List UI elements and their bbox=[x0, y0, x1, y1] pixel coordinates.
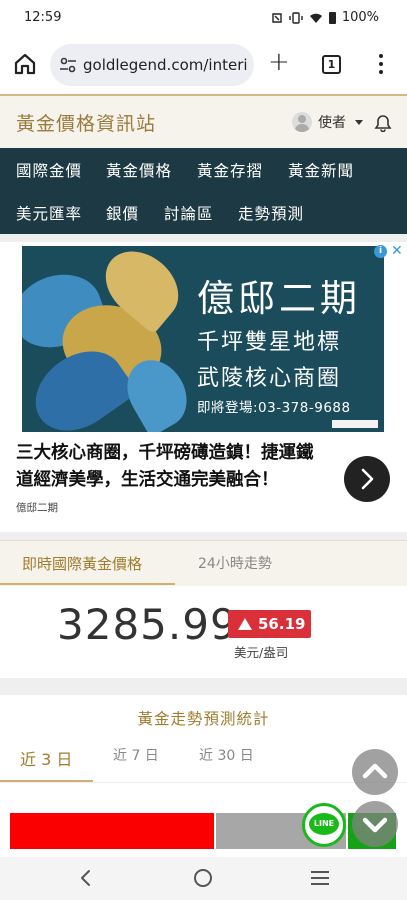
forecast-title: 黃金走勢預測統計 bbox=[137, 710, 270, 728]
tab-3-days[interactable]: 近 3 日 bbox=[20, 746, 72, 770]
ad-headline: 億邸二期 bbox=[197, 277, 361, 320]
site-title[interactable]: 黃金價格資訊站 bbox=[16, 109, 156, 136]
status-bar: 12:59 100% bbox=[0, 0, 407, 36]
price-tabs: 即時國際黃金價格 24小時走勢 bbox=[0, 540, 407, 586]
ad-description[interactable]: 三大核心商圈，千坪磅礡造鎮！捷運鐵道經濟美學，生活交通完美融合！ bbox=[16, 440, 326, 494]
advertisement[interactable]: 億邸二期 千坪雙星地標 武陵核心商圈 即將登場:03-378-9688 i ✕ … bbox=[0, 242, 407, 532]
home-circle-icon[interactable] bbox=[194, 869, 212, 887]
nav-item-gold-price[interactable]: 黃金價格 bbox=[106, 159, 172, 181]
home-icon[interactable] bbox=[12, 51, 38, 77]
up-arrow-icon bbox=[238, 618, 252, 630]
tab-switcher-button[interactable]: 1 bbox=[322, 55, 341, 74]
browser-toolbar: goldlegend.com/interi + 1 bbox=[0, 36, 407, 94]
nav-item-intl-gold[interactable]: 國際金價 bbox=[16, 159, 82, 181]
nav-item-forecast[interactable]: 走勢預測 bbox=[238, 202, 304, 224]
ad-open-button[interactable] bbox=[344, 456, 390, 502]
chevron-up-icon bbox=[362, 763, 388, 779]
info-icon[interactable]: i bbox=[374, 245, 387, 258]
scroll-down-button[interactable] bbox=[352, 801, 398, 847]
browser-menu-icon[interactable] bbox=[376, 54, 386, 76]
active-tab-indicator bbox=[0, 583, 175, 585]
status-time: 12:59 bbox=[24, 10, 62, 25]
wifi-icon bbox=[309, 13, 322, 23]
nfc-icon bbox=[272, 12, 282, 23]
nav-item-forum[interactable]: 討論區 bbox=[164, 202, 214, 224]
back-icon[interactable] bbox=[76, 868, 96, 888]
close-icon[interactable]: ✕ bbox=[391, 244, 403, 258]
ad-brand-logo bbox=[332, 420, 378, 428]
tab-7-days[interactable]: 近 7 日 bbox=[113, 745, 159, 765]
system-navigation-bar bbox=[0, 857, 407, 900]
ad-subline: 武陵核心商圈 bbox=[197, 366, 342, 391]
chevron-down-icon bbox=[362, 817, 388, 833]
recent-apps-icon[interactable] bbox=[311, 871, 329, 889]
ad-subline: 千坪雙星地標 bbox=[197, 330, 342, 355]
site-header: 黃金價格資訊站 使者 bbox=[0, 94, 407, 148]
avatar bbox=[292, 112, 312, 132]
new-tab-button[interactable]: + bbox=[268, 49, 290, 75]
user-name: 使者 bbox=[318, 115, 346, 131]
bell-icon[interactable] bbox=[374, 114, 392, 132]
user-menu[interactable]: 使者 bbox=[292, 112, 363, 132]
forecast-bar-up bbox=[10, 813, 214, 849]
nav-item-gold-news[interactable]: 黃金新聞 bbox=[288, 159, 354, 181]
chevron-down-icon bbox=[355, 119, 363, 125]
main-nav: 國際金價 黃金價格 黃金存摺 黃金新聞 美元匯率 銀價 討論區 走勢預測 bbox=[0, 148, 407, 234]
nav-item-usd-rate[interactable]: 美元匯率 bbox=[16, 202, 82, 224]
line-icon: LINE bbox=[309, 813, 339, 835]
tab-24h-trend[interactable]: 24小時走勢 bbox=[198, 553, 272, 573]
battery-percent: 100% bbox=[341, 10, 379, 25]
battery-icon bbox=[328, 11, 336, 24]
scroll-up-button[interactable] bbox=[352, 749, 398, 795]
divider bbox=[0, 782, 407, 783]
url-text: goldlegend.com/interi bbox=[83, 56, 248, 74]
price-panel: 3285.99 56.19 美元/盎司 bbox=[0, 586, 407, 678]
vibrate-icon bbox=[289, 11, 303, 24]
ad-image[interactable]: 億邸二期 千坪雙星地標 武陵核心商圈 即將登場:03-378-9688 bbox=[22, 246, 384, 432]
site-settings-icon[interactable] bbox=[59, 57, 77, 73]
system-icons: 100% bbox=[271, 10, 379, 25]
nav-item-silver[interactable]: 銀價 bbox=[106, 202, 139, 224]
gold-price-value: 3285.99 bbox=[57, 600, 238, 649]
forecast-panel: 黃金走勢預測統計 近 3 日 近 7 日 近 30 日 bbox=[0, 695, 407, 857]
nav-item-gold-passbook[interactable]: 黃金存摺 bbox=[197, 159, 263, 181]
address-bar[interactable]: goldlegend.com/interi bbox=[50, 44, 254, 86]
price-change-badge: 56.19 bbox=[228, 610, 311, 638]
line-share-button[interactable]: LINE bbox=[302, 803, 346, 847]
ad-source: 億邸二期 bbox=[16, 502, 58, 514]
tab-30-days[interactable]: 近 30 日 bbox=[199, 745, 254, 765]
price-unit: 美元/盎司 bbox=[234, 645, 289, 660]
tab-live-price[interactable]: 即時國際黃金價格 bbox=[22, 553, 142, 574]
chevron-right-icon bbox=[361, 468, 374, 490]
price-change-value: 56.19 bbox=[258, 615, 306, 633]
adchoices[interactable]: i ✕ bbox=[374, 244, 403, 258]
ad-phone: 即將登場:03-378-9688 bbox=[197, 400, 351, 416]
